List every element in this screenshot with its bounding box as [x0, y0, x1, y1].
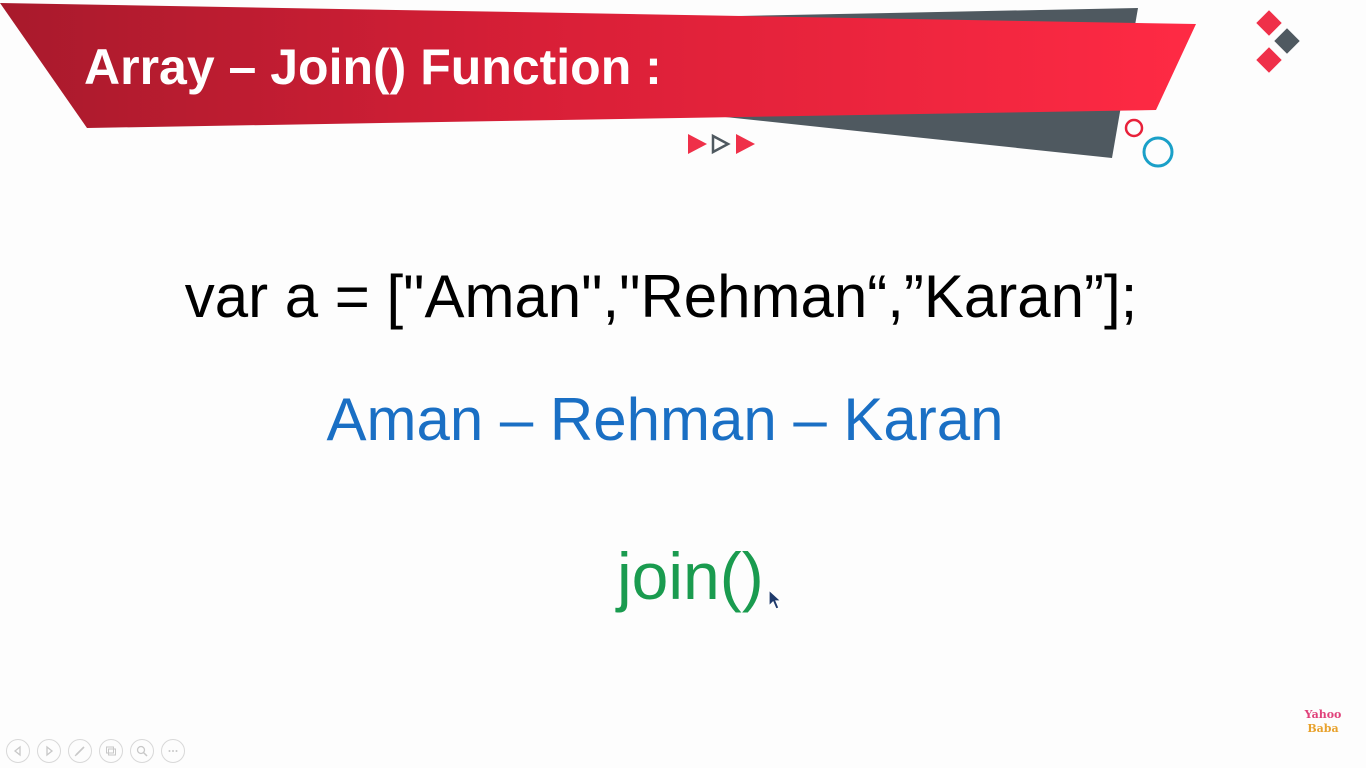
slide-title: Array – Join() Function :	[84, 39, 662, 95]
pen-tool-button[interactable]	[68, 739, 92, 763]
slides-grid-icon	[106, 746, 116, 756]
presentation-slide: Array – Join() Function : var a = ["Aman…	[0, 0, 1366, 768]
next-slide-button[interactable]	[37, 739, 61, 763]
ellipsis-icon	[168, 750, 178, 752]
zoom-button[interactable]	[130, 739, 154, 763]
join-method-label: join()	[617, 539, 764, 613]
magnifier-icon	[136, 745, 148, 757]
title-banner	[0, 3, 1300, 168]
mouse-pointer-icon	[768, 589, 783, 610]
diamond-decoration-icon	[1256, 10, 1300, 73]
chevron-left-icon	[13, 745, 21, 757]
previous-slide-button[interactable]	[6, 739, 30, 763]
pen-icon	[74, 746, 85, 757]
yahoo-baba-logo: Yahoo Baba	[1298, 708, 1348, 736]
more-options-button[interactable]	[161, 739, 185, 763]
brand-line-2: Baba	[1307, 722, 1339, 735]
presentation-controls	[6, 739, 185, 765]
chevron-right-icon	[46, 745, 54, 757]
circle-decoration-icon	[1124, 118, 1174, 168]
play-arrows-icon	[688, 133, 755, 155]
join-result-line: Aman – Rehman – Karan	[326, 386, 1004, 453]
see-all-slides-button[interactable]	[99, 739, 123, 763]
brand-line-1: Yahoo	[1304, 708, 1342, 721]
code-example-line: var a = ["Aman","Rehman“,”Karan”];	[184, 263, 1138, 330]
